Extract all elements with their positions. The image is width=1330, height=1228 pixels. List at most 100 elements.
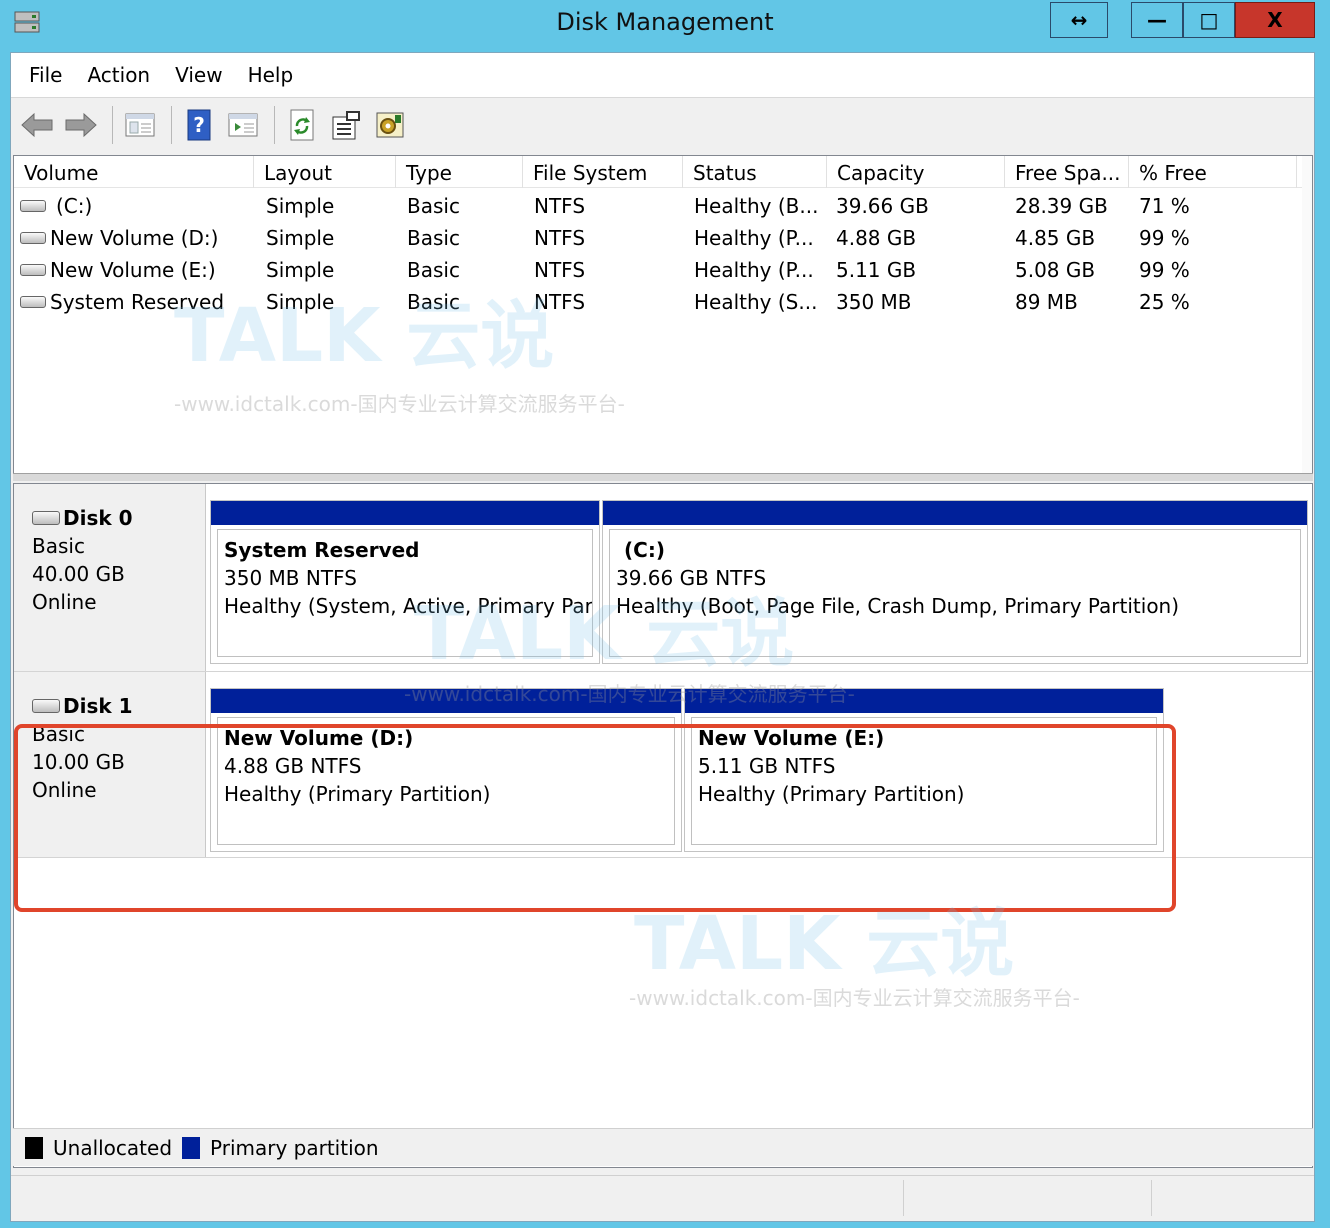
volume-row[interactable]: New Volume (D:) Simple Basic NTFS Health… xyxy=(14,222,1312,254)
toolbar: ? xyxy=(11,97,1314,151)
volume-row[interactable]: New Volume (E:) Simple Basic NTFS Health… xyxy=(14,254,1312,286)
partition-color-bar xyxy=(685,689,1163,713)
partition-title: System Reserved xyxy=(224,538,420,562)
volume-type: Basic xyxy=(407,226,460,250)
toolbar-separator xyxy=(112,105,113,144)
disk-type: Basic xyxy=(32,534,85,558)
properties-icon xyxy=(332,110,360,139)
column-header-file-system[interactable]: File System xyxy=(523,156,683,188)
volume-list: Volume Layout Type File System Status Ca… xyxy=(13,155,1313,479)
volume-icon xyxy=(20,232,46,244)
status-pane xyxy=(1151,1180,1311,1216)
disk-type: Basic xyxy=(32,722,85,746)
column-header-layout[interactable]: Layout xyxy=(254,156,396,188)
volume-name: (C:) xyxy=(56,194,93,218)
menu-file[interactable]: File xyxy=(19,63,77,87)
disk-size: 10.00 GB xyxy=(32,750,125,774)
column-header-free-space[interactable]: Free Spa... xyxy=(1005,156,1129,188)
menu-action[interactable]: Action xyxy=(77,63,165,87)
properties-view-icon xyxy=(228,113,258,136)
legend-swatch-primary xyxy=(182,1136,201,1159)
volume-list-header: Volume Layout Type File System Status Ca… xyxy=(14,156,1312,188)
legend-label-primary: Primary partition xyxy=(210,1135,379,1160)
column-header-percent-free[interactable]: % Free xyxy=(1129,156,1297,188)
settings-button[interactable] xyxy=(370,105,410,145)
volume-layout: Simple xyxy=(266,258,335,282)
volume-type: Basic xyxy=(407,290,460,314)
volume-free-space: 5.08 GB xyxy=(1015,258,1096,282)
partition-title: New Volume (D:) xyxy=(224,726,414,750)
column-header-status[interactable]: Status xyxy=(683,156,827,188)
partition-details: New Volume (D:) 4.88 GB NTFS Healthy (Pr… xyxy=(217,717,675,845)
disk-state: Online xyxy=(32,590,97,614)
properties-button[interactable] xyxy=(326,105,366,145)
minimize-button[interactable]: — xyxy=(1131,2,1183,38)
partition-size: 350 MB NTFS xyxy=(224,566,357,590)
volume-free-space: 4.85 GB xyxy=(1015,226,1096,250)
back-button[interactable] xyxy=(17,105,57,145)
maximize-button[interactable]: □ xyxy=(1183,2,1235,38)
menu-help[interactable]: Help xyxy=(238,63,309,87)
watermark-url: -www.idctalk.com-国内专业云计算交流服务平台- xyxy=(629,986,1080,1010)
console-tree-icon xyxy=(125,113,155,136)
partition-status: Healthy (System, Active, Primary Part xyxy=(224,594,593,618)
column-header-capacity[interactable]: Capacity xyxy=(827,156,1005,188)
client-area: File Action View Help ? Volume Layout Ty… xyxy=(10,52,1315,1222)
disk-row: Disk 1 Basic 10.00 GB Online New Volume … xyxy=(14,672,1312,858)
partition-size: 39.66 GB NTFS xyxy=(616,566,767,590)
legend-primary: Primary partition xyxy=(182,1136,379,1160)
partition-details: System Reserved 350 MB NTFS Healthy (Sys… xyxy=(217,529,593,657)
volume-percent-free: 25 % xyxy=(1139,290,1190,314)
help-button[interactable]: ? xyxy=(179,105,219,145)
volume-file-system: NTFS xyxy=(534,290,586,314)
menu-view[interactable]: View xyxy=(165,63,237,87)
volume-name: New Volume (D:) xyxy=(50,226,219,250)
help-icon: ? xyxy=(187,109,211,140)
partition-title: New Volume (E:) xyxy=(698,726,885,750)
partition-d[interactable]: New Volume (D:) 4.88 GB NTFS Healthy (Pr… xyxy=(210,688,682,852)
volume-percent-free: 71 % xyxy=(1139,194,1190,218)
partition-size: 4.88 GB NTFS xyxy=(224,754,362,778)
volume-capacity: 39.66 GB xyxy=(836,194,929,218)
disk-name: Disk 1 xyxy=(63,694,133,718)
maximize-icon: □ xyxy=(1199,8,1219,32)
partition-title: (C:) xyxy=(624,538,665,562)
back-icon xyxy=(21,112,53,137)
refresh-button[interactable] xyxy=(282,105,322,145)
partition-status: Healthy (Primary Partition) xyxy=(224,782,491,806)
restore-size-button[interactable]: ↔ xyxy=(1050,2,1108,38)
toolbar-separator xyxy=(171,105,172,144)
volume-file-system: NTFS xyxy=(534,258,586,282)
properties-view-button[interactable] xyxy=(223,105,263,145)
volume-percent-free: 99 % xyxy=(1139,258,1190,282)
toolbar-separator xyxy=(274,105,275,144)
partition-size: 5.11 GB NTFS xyxy=(698,754,836,778)
close-button[interactable]: X xyxy=(1235,2,1315,38)
volume-list-scrollbar[interactable] xyxy=(1302,156,1312,478)
status-pane xyxy=(903,1180,1151,1216)
refresh-icon xyxy=(290,109,314,140)
partition-c[interactable]: (C:) 39.66 GB NTFS Healthy (Boot, Page F… xyxy=(602,500,1308,664)
volume-layout: Simple xyxy=(266,226,335,250)
disk-info-panel[interactable]: Disk 1 Basic 10.00 GB Online xyxy=(14,672,206,857)
partition-system-reserved[interactable]: System Reserved 350 MB NTFS Healthy (Sys… xyxy=(210,500,600,664)
volume-percent-free: 99 % xyxy=(1139,226,1190,250)
partition-status: Healthy (Boot, Page File, Crash Dump, Pr… xyxy=(616,594,1180,618)
pane-splitter[interactable] xyxy=(13,473,1313,481)
column-header-type[interactable]: Type xyxy=(396,156,523,188)
column-header-volume[interactable]: Volume xyxy=(14,156,254,188)
volume-icon xyxy=(20,264,46,276)
forward-icon xyxy=(65,112,97,137)
volume-file-system: NTFS xyxy=(534,226,586,250)
disk-info-panel[interactable]: Disk 0 Basic 40.00 GB Online xyxy=(14,484,206,671)
close-icon: X xyxy=(1267,8,1283,32)
show-console-tree-button[interactable] xyxy=(120,105,160,145)
partition-e[interactable]: New Volume (E:) 5.11 GB NTFS Healthy (Pr… xyxy=(684,688,1164,852)
title-bar[interactable]: Disk Management ↔ — □ X xyxy=(0,0,1330,52)
volume-row[interactable]: System Reserved Simple Basic NTFS Health… xyxy=(14,286,1312,318)
volume-status: Healthy (S... xyxy=(694,290,818,314)
disk-state: Online xyxy=(32,778,97,802)
legend-bar: Unallocated Primary partition xyxy=(13,1128,1313,1166)
forward-button[interactable] xyxy=(61,105,101,145)
volume-row[interactable]: (C:) Simple Basic NTFS Healthy (B... 39.… xyxy=(14,190,1312,222)
